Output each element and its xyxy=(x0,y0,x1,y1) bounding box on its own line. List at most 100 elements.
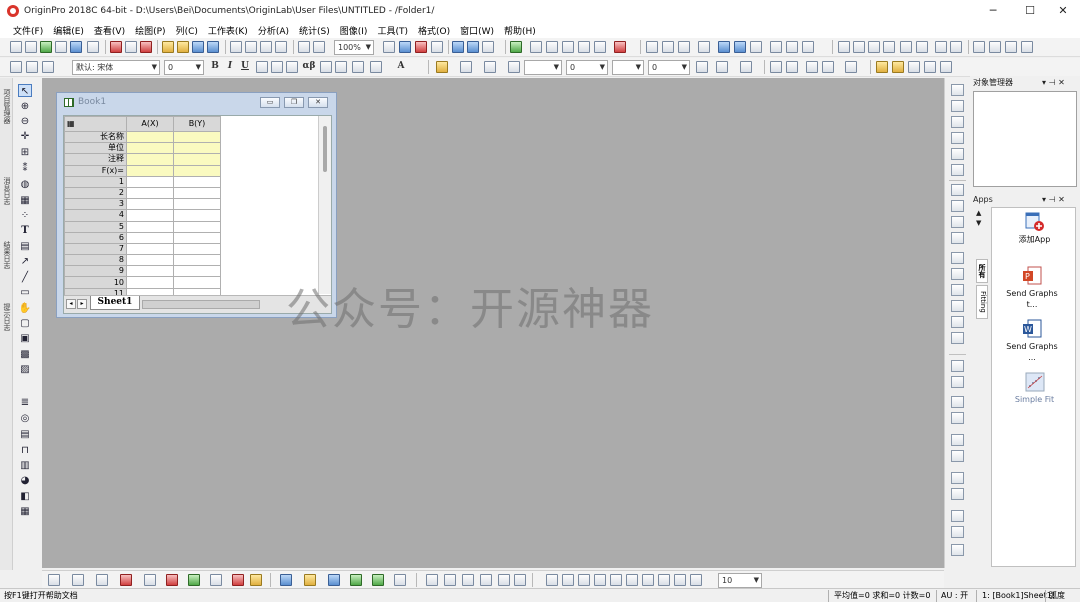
row-header[interactable]: 1 xyxy=(64,175,127,188)
format-painter-icon[interactable] xyxy=(908,61,920,73)
3d-plot-icon[interactable] xyxy=(280,574,292,586)
cell[interactable] xyxy=(126,276,174,289)
set-y-icon[interactable] xyxy=(853,41,865,53)
fill-color-icon[interactable] xyxy=(436,61,448,73)
app-item-send-graphs-ppt[interactable]: P Send Graphs t... xyxy=(1002,266,1062,310)
cell[interactable] xyxy=(173,265,221,278)
import-wizard-icon[interactable] xyxy=(260,41,272,53)
layer-circle-icon[interactable]: ◎ xyxy=(18,412,32,425)
menu-window[interactable]: 窗口(W) xyxy=(455,24,499,37)
same-height-icon[interactable] xyxy=(951,488,964,500)
superscript-icon[interactable] xyxy=(256,61,268,73)
center-align-icon[interactable] xyxy=(951,316,964,328)
same-width-icon[interactable] xyxy=(951,472,964,484)
horiz-space-icon[interactable] xyxy=(951,526,964,538)
apps-controls[interactable]: ▾ ⊣ ✕ xyxy=(1042,193,1065,206)
layer-window-icon[interactable]: ▤ xyxy=(18,428,32,441)
open-template-icon[interactable] xyxy=(177,41,189,53)
results-log-icon[interactable] xyxy=(431,41,443,53)
open-icon[interactable] xyxy=(162,41,174,53)
stats-icon[interactable] xyxy=(678,41,690,53)
layer-same-icon[interactable] xyxy=(626,574,638,586)
cell[interactable] xyxy=(126,198,174,211)
decrease-font-icon[interactable] xyxy=(335,61,347,73)
row-header[interactable]: 4 xyxy=(64,209,127,222)
region-tool-icon[interactable]: ▢ xyxy=(18,317,32,330)
group-icon[interactable] xyxy=(951,360,964,372)
3d-surface-icon[interactable] xyxy=(304,574,316,586)
paste-icon[interactable] xyxy=(42,61,54,73)
batch-plot-icon[interactable] xyxy=(298,41,310,53)
data-reader-icon[interactable] xyxy=(510,41,522,53)
cell[interactable] xyxy=(126,254,174,267)
recalculate-icon[interactable] xyxy=(313,41,325,53)
border-icon[interactable] xyxy=(716,61,728,73)
clear-filter-icon[interactable] xyxy=(786,41,798,53)
row-header[interactable]: 7 xyxy=(64,242,127,256)
paste-format-icon[interactable] xyxy=(940,61,952,73)
set-error-icon[interactable] xyxy=(883,41,895,53)
polar-plot-icon[interactable] xyxy=(210,574,222,586)
cell[interactable] xyxy=(173,153,221,166)
object-manager-controls[interactable]: ▾ ⊣ ✕ xyxy=(1042,76,1065,89)
zoom-in-icon[interactable] xyxy=(530,41,542,53)
add-text-icon[interactable] xyxy=(426,574,438,586)
align-left-icon[interactable] xyxy=(352,61,364,73)
style-icon[interactable] xyxy=(876,61,888,73)
right-align-icon[interactable] xyxy=(951,268,964,280)
zoom-out-tool-icon[interactable]: ⊖ xyxy=(18,115,32,128)
disregard-icon[interactable] xyxy=(916,41,928,53)
forward-icon[interactable] xyxy=(951,434,964,446)
layer-center-icon[interactable] xyxy=(610,574,622,586)
set-column-icon[interactable] xyxy=(698,41,710,53)
cell[interactable] xyxy=(173,242,221,256)
plot-bar-icon[interactable] xyxy=(734,41,746,53)
layer-left-icon[interactable] xyxy=(546,574,558,586)
cell[interactable] xyxy=(173,231,221,244)
maximize-button[interactable]: ☐ xyxy=(1013,0,1047,22)
set-subject-icon[interactable] xyxy=(950,41,962,53)
cell[interactable] xyxy=(126,220,174,233)
column-header-b[interactable]: B(Y) xyxy=(173,116,221,132)
font-size-combo[interactable]: 0 ▼ xyxy=(164,60,204,75)
set-group-icon[interactable] xyxy=(935,41,947,53)
greek-button[interactable]: αβ xyxy=(301,61,317,71)
new-layout-icon[interactable] xyxy=(110,41,122,53)
row-header[interactable]: 3 xyxy=(64,198,127,211)
first-sheet-icon[interactable] xyxy=(973,41,985,53)
layer-add-icon[interactable]: ⊓ xyxy=(18,444,32,457)
line-size-combo[interactable]: 0 ▼ xyxy=(566,60,608,75)
cell[interactable] xyxy=(173,198,221,211)
filter-icon[interactable] xyxy=(770,41,782,53)
heatmap-icon[interactable] xyxy=(372,574,384,586)
axis-tool-icon[interactable] xyxy=(951,100,964,112)
menu-file[interactable]: 文件(F) xyxy=(8,24,48,37)
cell[interactable] xyxy=(173,220,221,233)
cell[interactable] xyxy=(173,130,221,144)
rescale-icon[interactable] xyxy=(578,41,590,53)
tick-tool-icon[interactable] xyxy=(951,132,964,144)
bottom-align-icon[interactable] xyxy=(951,300,964,312)
menu-format[interactable]: 格式(O) xyxy=(413,24,455,37)
book-maximize-button[interactable]: ❐ xyxy=(284,97,304,108)
add-axis-icon[interactable] xyxy=(444,574,456,586)
unmerge-icon[interactable] xyxy=(786,61,798,73)
sheet-tab-sheet1[interactable]: Sheet1 xyxy=(90,296,140,310)
app-item-send-graphs-word[interactable]: W Send Graphs ... xyxy=(1002,319,1062,363)
prev-sheet-icon[interactable] xyxy=(989,41,1001,53)
pattern-fill-icon[interactable] xyxy=(696,61,708,73)
line-symbol-plot-icon[interactable] xyxy=(96,574,108,586)
plot-column-icon[interactable] xyxy=(718,41,730,53)
row-header[interactable]: 5 xyxy=(64,220,127,233)
tab-hint-log[interactable]: 提示日志 xyxy=(1,296,12,338)
row-header-comments[interactable]: 注释 xyxy=(64,153,127,166)
wrap-icon[interactable] xyxy=(806,61,818,73)
cell[interactable] xyxy=(173,186,221,200)
new-workbook-icon[interactable] xyxy=(40,41,52,53)
last-sheet-icon[interactable] xyxy=(1021,41,1033,53)
menu-statistics[interactable]: 统计(S) xyxy=(294,24,335,37)
next-tab-icon[interactable]: ▸ xyxy=(77,299,87,309)
left-align-icon[interactable] xyxy=(951,252,964,264)
command-window-icon[interactable] xyxy=(467,41,479,53)
menu-plot[interactable]: 绘图(P) xyxy=(130,24,170,37)
